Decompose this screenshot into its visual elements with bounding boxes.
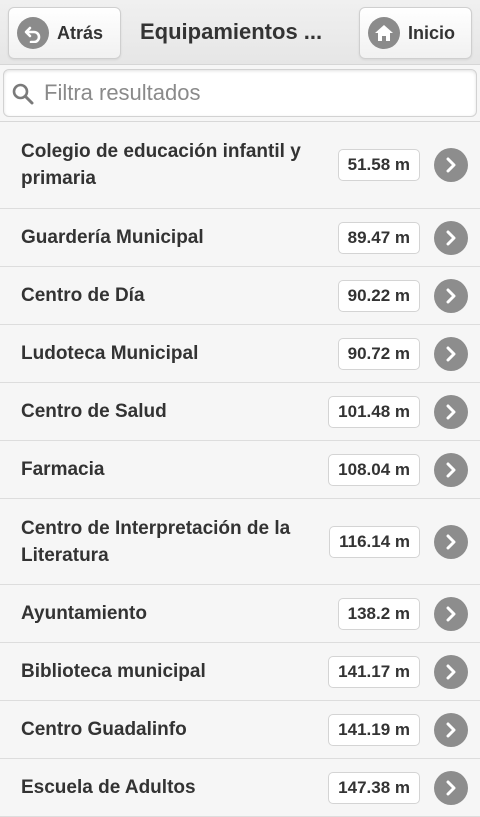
list-item-name: Guardería Municipal [21,227,204,248]
chevron-right-icon[interactable] [434,596,468,631]
list-item-name: Ayuntamiento [21,603,147,624]
list-item-name: Centro Guadalinfo [21,719,187,740]
list-item[interactable]: Centro de Salud 101.48 m [0,383,480,441]
list-item-name: Centro de Interpretación de la Literatur… [21,517,291,566]
chevron-right-icon[interactable] [434,654,468,689]
header-bar: Atrás Equipamientos ... Inicio [0,0,480,65]
list-item[interactable]: Centro de Interpretación de la Literatur… [0,499,480,585]
list-item[interactable]: Ludoteca Municipal 90.72 m [0,325,480,383]
list-item-name: Biblioteca municipal [21,661,206,682]
back-button-label: Atrás [57,22,104,43]
list-item[interactable]: Guardería Municipal 89.47 m [0,209,480,267]
distance-badge: 116.14 m [329,525,420,558]
list-item[interactable]: Biblioteca municipal 141.17 m [0,643,480,701]
search-box[interactable] [3,69,477,117]
chevron-right-icon[interactable] [434,452,468,487]
distance-badge: 147.38 m [328,771,420,804]
chevron-right-icon[interactable] [434,524,468,559]
list-item[interactable]: Escuela de Adultos 147.38 m [0,759,480,817]
distance-badge: 90.22 m [337,279,420,312]
chevron-right-icon[interactable] [434,712,468,747]
undo-arrow-icon [17,17,49,49]
list-item-name: Farmacia [21,459,105,480]
chevron-right-icon[interactable] [434,336,468,371]
home-button-label: Inicio [408,22,456,43]
page-title: Equipamientos ... [140,19,323,44]
distance-badge: 51.58 m [337,149,420,181]
chevron-right-icon[interactable] [434,148,468,182]
list-item-name: Centro de Salud [21,401,167,422]
list-item[interactable]: Centro de Día 90.22 m [0,267,480,325]
home-button[interactable]: Inicio [359,7,472,59]
results-list: Colegio de educación infantil y primaria… [0,122,480,817]
list-item-name: Colegio de educación infantil y primaria [21,141,301,189]
distance-badge: 101.48 m [328,395,420,428]
chevron-right-icon[interactable] [434,278,468,313]
list-item[interactable]: Farmacia 108.04 m [0,441,480,499]
list-item-name: Escuela de Adultos [21,777,196,798]
list-item-name: Centro de Día [21,285,145,306]
search-input[interactable] [44,70,464,116]
chevron-right-icon[interactable] [434,220,468,255]
list-item[interactable]: Ayuntamiento 138.2 m [0,585,480,643]
distance-badge: 138.2 m [337,597,420,630]
list-item[interactable]: Colegio de educación infantil y primaria… [0,122,480,209]
list-item-name: Ludoteca Municipal [21,343,199,364]
distance-badge: 141.17 m [328,655,420,688]
house-icon [368,17,400,49]
chevron-right-icon[interactable] [434,770,468,805]
search-bar [0,65,480,122]
distance-badge: 89.47 m [337,221,420,254]
back-button[interactable]: Atrás [8,7,121,59]
distance-badge: 141.19 m [328,713,420,746]
distance-badge: 90.72 m [337,337,420,370]
search-icon [12,83,34,105]
list-item[interactable]: Centro Guadalinfo 141.19 m [0,701,480,759]
distance-badge: 108.04 m [328,453,420,486]
chevron-right-icon[interactable] [434,394,468,429]
